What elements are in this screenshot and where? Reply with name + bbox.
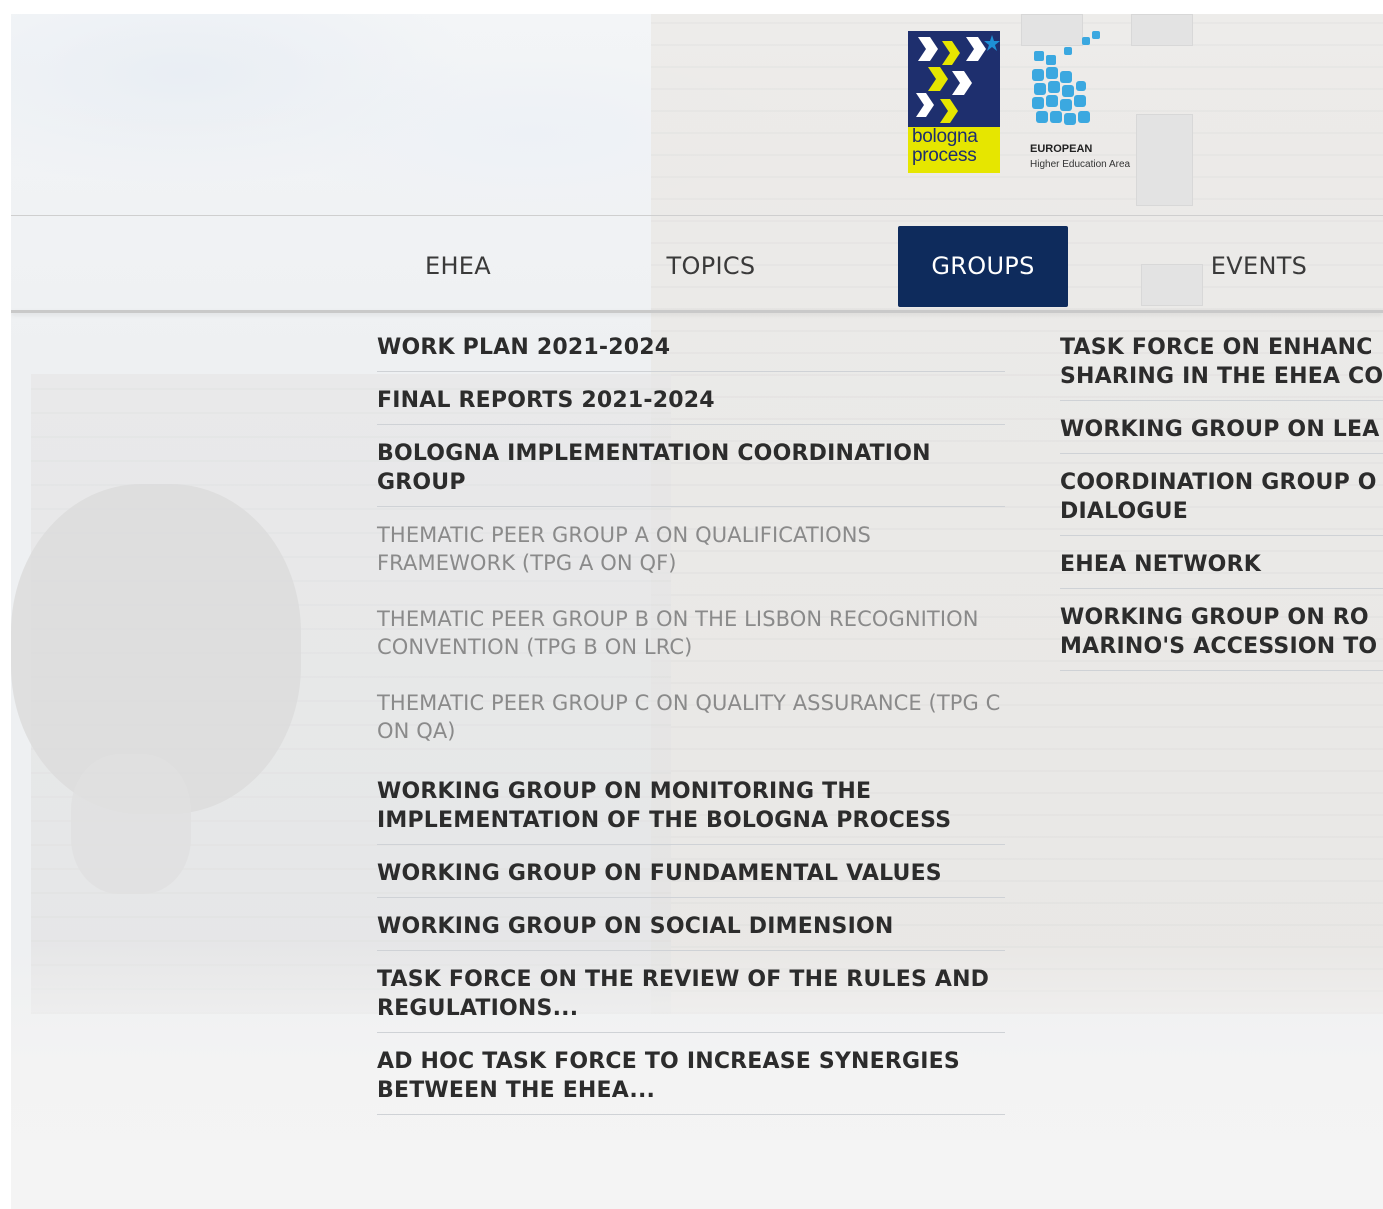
nav-item-topics[interactable]: TOPICS	[626, 226, 796, 307]
bologna-process-logo[interactable]: bologna process	[908, 31, 1000, 173]
menu-item[interactable]: WORKING GROUP ON MONITORING THE IMPLEMEN…	[377, 745, 1005, 845]
bologna-chevrons-icon	[916, 35, 1000, 123]
nav-divider	[11, 310, 1383, 313]
groups-menu-left-column: WORK PLAN 2021-2024 FINAL REPORTS 2021-2…	[377, 319, 1005, 1115]
nav-item-events[interactable]: EVENTS	[1174, 226, 1344, 307]
nav-item-ehea[interactable]: EHEA	[378, 226, 538, 307]
ehea-logo[interactable]: EUROPEAN Higher Education Area	[1030, 31, 1170, 177]
bologna-logo-text: bologna process	[912, 126, 978, 166]
nav-item-groups[interactable]: GROUPS	[898, 226, 1068, 307]
menu-item[interactable]: COORDINATION GROUP O DIALOGUE	[1060, 444, 1383, 536]
groups-menu-right-column: TASK FORCE ON ENHANC SHARING IN THE EHEA…	[1060, 319, 1383, 671]
menu-item[interactable]: THEMATIC PEER GROUP C ON QUALITY ASSURAN…	[377, 661, 1005, 745]
menu-item[interactable]: TASK FORCE ON ENHANC SHARING IN THE EHEA…	[1060, 319, 1383, 401]
menu-item[interactable]: THEMATIC PEER GROUP B ON THE LISBON RECO…	[377, 577, 1005, 661]
menu-item[interactable]: THEMATIC PEER GROUP A ON QUALIFICATIONS …	[377, 497, 1005, 577]
header-logos[interactable]: bologna process EUROPEAN Higher Educatio…	[908, 31, 1168, 177]
ehea-logo-title: EUROPEAN	[1030, 143, 1093, 155]
menu-item[interactable]: WORKING GROUP ON RO MARINO'S ACCESSION T…	[1060, 579, 1383, 671]
page: bologna process EUROPEAN Higher Educatio…	[11, 14, 1383, 1209]
ehea-logo-subtitle: Higher Education Area	[1030, 159, 1131, 170]
menu-item[interactable]: AD HOC TASK FORCE TO INCREASE SYNERGIES …	[377, 1023, 1005, 1115]
menu-item[interactable]: TASK FORCE ON THE REVIEW OF THE RULES AN…	[377, 941, 1005, 1033]
menu-item[interactable]: BOLOGNA IMPLEMENTATION COORDINATION GROU…	[377, 415, 1005, 507]
main-nav: EHEA TOPICS GROUPS EVENTS	[11, 226, 1383, 310]
ehea-puzzle-icon	[1032, 31, 1100, 125]
background-tree	[71, 754, 191, 894]
header-divider	[11, 215, 1383, 216]
